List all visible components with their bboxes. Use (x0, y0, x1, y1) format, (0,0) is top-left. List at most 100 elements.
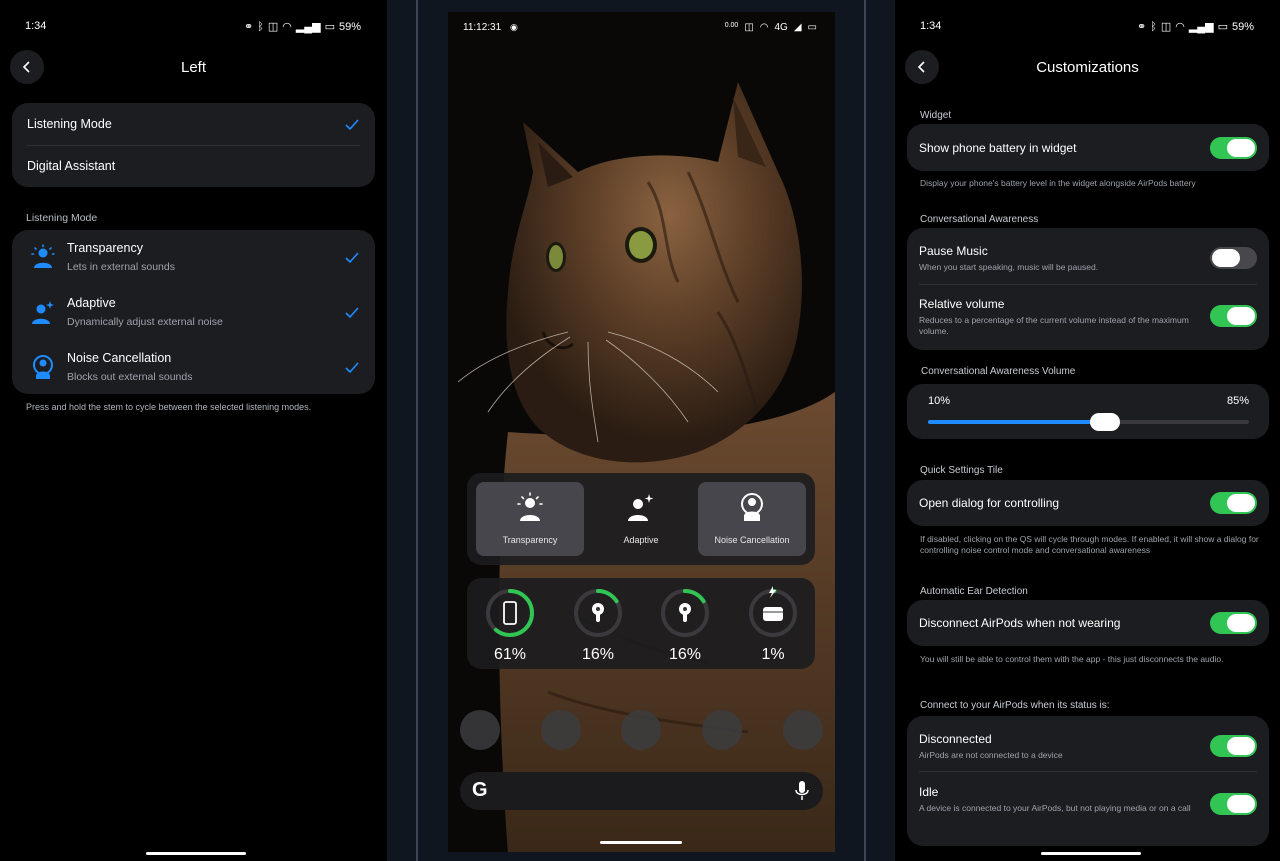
mode-adaptive-sub: Dynamically adjust external noise (67, 316, 223, 328)
google-search-bar[interactable]: G (460, 772, 823, 810)
battery-percent: 16% (581, 646, 615, 663)
section-qs-title: Quick Settings Tile (920, 465, 1003, 476)
middle-panel: 11:12:31 ◉ 0.00 ◫ ◠ 4G ◢ ▭ Transparency … (418, 0, 864, 861)
widget-card: Show phone battery in widget (907, 124, 1269, 171)
checkmark-icon[interactable] (344, 360, 360, 376)
app-folder-icon[interactable] (460, 710, 500, 750)
mode-adaptive-label[interactable]: Adaptive (67, 296, 116, 310)
battery-phone: 61% (483, 586, 537, 666)
home-indicator[interactable] (1041, 852, 1141, 855)
battery-icon: ▭ (807, 22, 817, 33)
app-folder-icon[interactable] (541, 710, 581, 750)
battery-ring (486, 589, 534, 637)
widget-adaptive-button[interactable]: Adaptive (587, 482, 695, 556)
pause-music-toggle[interactable] (1210, 247, 1257, 269)
signal-icon: ▂▄▆ (1188, 21, 1214, 33)
battery-ring (661, 589, 709, 637)
mode-transparency-sub: Lets in external sounds (67, 261, 175, 273)
widget-transparency-label: Transparency (502, 535, 558, 545)
section-ear-title: Automatic Ear Detection (920, 586, 1028, 597)
checkmark-icon[interactable] (344, 250, 360, 266)
action-listening-mode[interactable]: Listening Mode (27, 117, 112, 131)
widget-noise-cancellation-button[interactable]: Noise Cancellation (698, 482, 806, 556)
hotspot-icon: ◠ (759, 22, 769, 33)
widget-transparency-button[interactable]: Transparency (476, 482, 584, 556)
right-panel: 1:34 ⚭ ᛒ ◫ ◠ ▂▄▆ ▭ 59% Customizations Wi… (895, 0, 1280, 861)
battery-percent: 16% (668, 646, 702, 663)
disconnected-toggle[interactable] (1210, 735, 1257, 757)
home-indicator[interactable] (146, 852, 246, 855)
conversational-card: Pause Music When you start speaking, mus… (907, 228, 1269, 350)
battery-icon: ▭ (324, 21, 335, 33)
modes-card: Transparency Lets in external sounds Ada… (12, 230, 375, 394)
battery-ring (574, 589, 622, 637)
mode-transparency-label[interactable]: Transparency (67, 241, 143, 255)
checkmark-icon[interactable] (344, 305, 360, 321)
transparency-icon (517, 492, 543, 521)
battery-percent: 1% (761, 646, 785, 663)
status-time: 1:34 (25, 20, 47, 32)
link-icon: ⚭ (1137, 21, 1147, 33)
record-icon: ◉ (510, 22, 518, 32)
battery-right-airpod: 16% (658, 586, 712, 666)
battery-icon: ▭ (1217, 21, 1228, 33)
volume-fill (928, 420, 1105, 424)
vibrate-icon: ◫ (744, 22, 754, 33)
show-battery-toggle[interactable] (1210, 137, 1257, 159)
divider (919, 284, 1257, 285)
page-title: Customizations (1036, 59, 1139, 76)
relative-volume-toggle[interactable] (1210, 305, 1257, 327)
volume-max: 85% (1226, 395, 1249, 407)
page-title: Left (180, 59, 207, 76)
section-conversational-title: Conversational Awareness (920, 214, 1039, 225)
action-digital-assistant[interactable]: Digital Assistant (27, 159, 115, 173)
link-icon: ⚭ (244, 21, 254, 33)
volume-min: 10% (928, 395, 951, 407)
vibrate-icon: ◫ (1160, 21, 1172, 33)
home-indicator[interactable] (600, 841, 682, 844)
status-icons: ⚭ ᛒ ◫ ◠ ▂▄▆ ▭ 59% (244, 20, 361, 34)
noise-cancellation-icon (741, 493, 763, 521)
app-folder-icon[interactable] (783, 710, 823, 750)
ear-note: You will still be able to control them w… (920, 654, 1224, 664)
battery-left-airpod: 16% (571, 586, 625, 666)
phone-icon (503, 601, 517, 625)
volume-thumb[interactable] (1089, 413, 1120, 431)
qs-dialog-toggle[interactable] (1210, 492, 1257, 514)
battery-widget: 61% 16% 16% 1% (467, 578, 815, 669)
qs-note: If disabled, clicking on the QS will cyc… (920, 534, 1259, 555)
ear-card: Disconnect AirPods when not wearing (907, 600, 1269, 646)
airpods-case-icon (763, 607, 783, 621)
volume-card: 10% 85% (907, 384, 1269, 439)
left-panel: 1:34 ⚭ ᛒ ◫ ◠ ▂▄▆ ▭ 59% Left Listening Mo… (0, 0, 387, 861)
divider (27, 145, 360, 146)
mode-noise-cancellation-label[interactable]: Noise Cancellation (67, 351, 171, 365)
section-connect-title: Connect to your AirPods when its status … (920, 700, 1110, 711)
relative-volume-sub: Reduces to a percentage of the current v… (919, 315, 1189, 336)
bluetooth-icon: ᛒ (1150, 20, 1157, 33)
noise-control-widget: Transparency Adaptive Noise Cancellation (467, 473, 815, 565)
transparency-icon (31, 244, 55, 268)
adaptive-icon (628, 494, 654, 521)
qs-card: Open dialog for controlling (907, 480, 1269, 526)
widget-noise-cancellation-label: Noise Cancellation (714, 535, 790, 545)
bluetooth-icon: ᛒ (257, 20, 264, 33)
app-folder-icon[interactable] (702, 710, 742, 750)
mode-noise-cancellation-sub: Blocks out external sounds (67, 371, 193, 383)
adaptive-icon (32, 301, 54, 324)
noise-cancellation-icon (33, 355, 53, 379)
vibrate-icon: ◫ (267, 21, 279, 33)
relative-volume-label: Relative volume (919, 297, 1005, 311)
signal-icon: ◢ (793, 22, 802, 33)
disconnect-label: Disconnect AirPods when not wearing (919, 616, 1121, 630)
microphone-icon[interactable] (795, 781, 809, 801)
disconnect-toggle[interactable] (1210, 612, 1257, 634)
idle-label: Idle (919, 785, 939, 799)
battery-ring (749, 586, 797, 637)
section-title: Listening Mode (26, 212, 98, 224)
section-widget-title: Widget (920, 110, 952, 121)
app-shortcut-icon[interactable] (621, 710, 661, 750)
idle-toggle[interactable] (1210, 793, 1257, 815)
battery-percent: 59% (1231, 20, 1254, 33)
idle-sub: A device is connected to your AirPods, b… (919, 803, 1191, 813)
